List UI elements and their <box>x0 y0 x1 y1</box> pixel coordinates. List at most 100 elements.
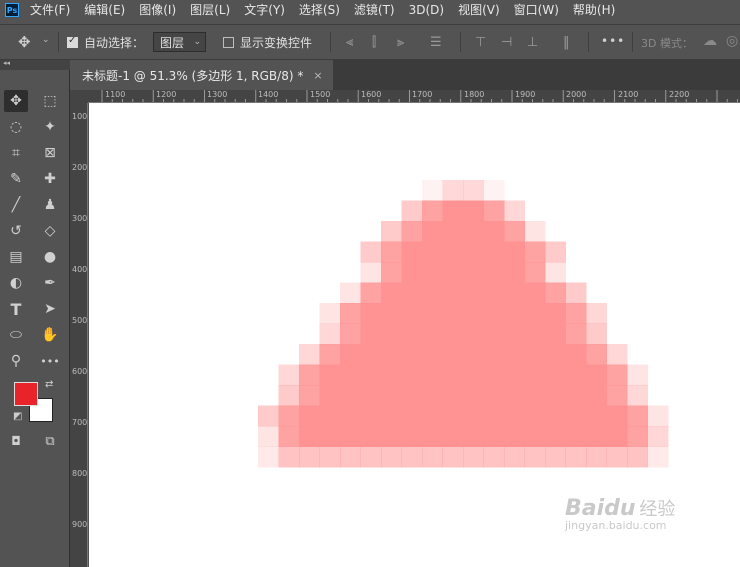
shape-pixel <box>606 405 628 427</box>
ellipse-tool-icon[interactable]: ⬭ <box>4 324 28 346</box>
menu-window[interactable]: 窗口(W) <box>507 0 566 20</box>
menu-view[interactable]: 视图(V) <box>451 0 507 20</box>
shape-pixel <box>586 446 607 468</box>
shape-pixel <box>483 446 505 468</box>
healing-brush-tool-icon[interactable]: ✚ <box>38 168 62 190</box>
eyedropper-tool-icon[interactable]: ✎ <box>4 168 28 190</box>
magic-wand-tool-icon[interactable]: ✦ <box>38 116 62 138</box>
shape-pixel <box>422 405 443 427</box>
3d-orbit-icon[interactable]: ☁ <box>703 33 717 49</box>
shape-pixel <box>586 364 607 386</box>
path-selection-tool-icon[interactable]: ➤ <box>38 298 62 320</box>
shape-pixel <box>401 344 423 365</box>
screen-mode-icon[interactable]: ⧉ <box>38 430 62 452</box>
shape-pixel <box>299 344 320 365</box>
shape-pixel <box>545 385 566 406</box>
shape-pixel <box>586 303 607 324</box>
ruler-label: 500 <box>72 316 88 325</box>
more-options-button[interactable]: ••• <box>601 34 625 48</box>
close-icon[interactable]: × <box>313 69 322 82</box>
foreground-color-swatch[interactable] <box>14 382 38 406</box>
align-bottom-icon[interactable]: ⊥ <box>527 35 538 51</box>
shape-pixel <box>565 323 587 345</box>
align-vcenter-icon[interactable]: ⊣ <box>501 35 512 51</box>
menu-3d[interactable]: 3D(D) <box>402 0 451 20</box>
eraser-tool-icon[interactable]: ◇ <box>38 220 62 242</box>
shape-pixel <box>319 426 341 447</box>
brush-tool-icon[interactable]: ╱ <box>4 194 28 216</box>
auto-select-checkbox[interactable] <box>67 35 78 48</box>
shape-pixel <box>319 323 341 345</box>
shape-pixel <box>524 344 546 365</box>
align-hcenter-icon[interactable]: ⫿ <box>372 35 376 51</box>
menu-filter[interactable]: 滤镜(T) <box>347 0 402 20</box>
align-right-icon[interactable]: ⫸ <box>397 35 404 51</box>
shape-pixel <box>504 282 525 304</box>
menu-image[interactable]: 图像(I) <box>132 0 183 20</box>
shape-pixel <box>483 282 505 304</box>
hand-tool-icon[interactable]: ✋ <box>38 324 62 346</box>
history-brush-tool-icon[interactable]: ↺ <box>4 220 28 242</box>
shape-pixel <box>401 221 423 242</box>
shape-pixel <box>340 364 361 386</box>
blur-tool-icon[interactable]: ● <box>38 246 62 268</box>
gradient-tool-icon[interactable]: ▤ <box>4 246 28 268</box>
shape-pixel <box>401 262 423 283</box>
shape-pixel <box>422 344 443 365</box>
auto-select-target-dropdown[interactable]: 图层 ⌄ <box>153 32 206 52</box>
shape-pixel <box>565 405 587 427</box>
shape-pixel <box>360 344 382 365</box>
show-transform-checkbox[interactable] <box>223 37 234 48</box>
shape-pixel <box>340 344 361 365</box>
shape-pixel <box>401 200 423 222</box>
watermark-url: jingyan.baidu.com <box>565 519 667 532</box>
shape-pixel <box>401 405 423 427</box>
shape-pixel <box>504 364 525 386</box>
align-top-icon[interactable]: ⊤ <box>475 35 486 51</box>
dropdown-value: 图层 <box>160 35 185 50</box>
shape-pixel <box>258 405 279 427</box>
shape-pixel <box>422 364 443 386</box>
crop-tool-icon[interactable]: ⌗ <box>4 142 28 164</box>
swap-colors-icon[interactable]: ⇄ <box>45 379 53 390</box>
move-tool-preset-icon[interactable]: ✥ <box>18 33 31 51</box>
distribute-horizontal-icon[interactable]: ‖ <box>563 35 570 51</box>
pen-tool-icon[interactable]: ✒ <box>38 272 62 294</box>
shape-pixel <box>483 426 505 447</box>
move-tool-icon[interactable]: ✥ <box>4 90 28 112</box>
collapse-icon[interactable]: ◂◂ <box>3 59 10 67</box>
shape-pixel <box>524 221 546 242</box>
shape-pixel <box>442 344 464 365</box>
quick-mask-icon[interactable]: ◘ <box>4 430 28 452</box>
lasso-tool-icon[interactable]: ◌ <box>4 116 28 138</box>
3d-roll-icon[interactable]: ◎ <box>726 33 738 49</box>
shape-pixel <box>586 426 607 447</box>
clone-stamp-tool-icon[interactable]: ♟ <box>38 194 62 216</box>
shape-pixel <box>606 364 628 386</box>
frame-tool-icon[interactable]: ⊠ <box>38 142 62 164</box>
type-tool-icon[interactable]: T <box>4 298 28 320</box>
shape-pixel <box>340 282 361 304</box>
default-colors-icon[interactable]: ◩ <box>13 411 22 422</box>
shape-pixel <box>340 303 361 324</box>
show-transform-label: 显示变换控件 <box>240 36 313 50</box>
dodge-tool-icon[interactable]: ◐ <box>4 272 28 294</box>
zoom-tool-icon[interactable]: ⚲ <box>4 350 28 372</box>
shape-pixel <box>565 303 587 324</box>
menu-type[interactable]: 文字(Y) <box>237 0 292 20</box>
menu-select[interactable]: 选择(S) <box>292 0 347 20</box>
document-canvas[interactable]: Baidu 经验 jingyan.baidu.com <box>89 103 740 567</box>
distribute-vertical-icon[interactable]: ☰ <box>430 35 442 51</box>
menu-file[interactable]: 文件(F) <box>23 0 77 20</box>
shape-pixel <box>545 282 566 304</box>
align-left-icon[interactable]: ⫷ <box>346 35 353 51</box>
edit-toolbar-icon[interactable]: ••• <box>38 350 62 372</box>
document-tab[interactable]: 未标题-1 @ 51.3% (多边形 1, RGB/8) * × <box>70 60 333 90</box>
shape-pixel <box>401 426 423 447</box>
menu-edit[interactable]: 编辑(E) <box>77 0 132 20</box>
shape-pixel <box>565 364 587 386</box>
menu-help[interactable]: 帮助(H) <box>566 0 622 20</box>
menu-layer[interactable]: 图层(L) <box>183 0 237 20</box>
rect-marquee-tool-icon[interactable]: ⬚ <box>38 90 62 112</box>
chevron-down-icon[interactable]: ⌄ <box>42 35 50 45</box>
